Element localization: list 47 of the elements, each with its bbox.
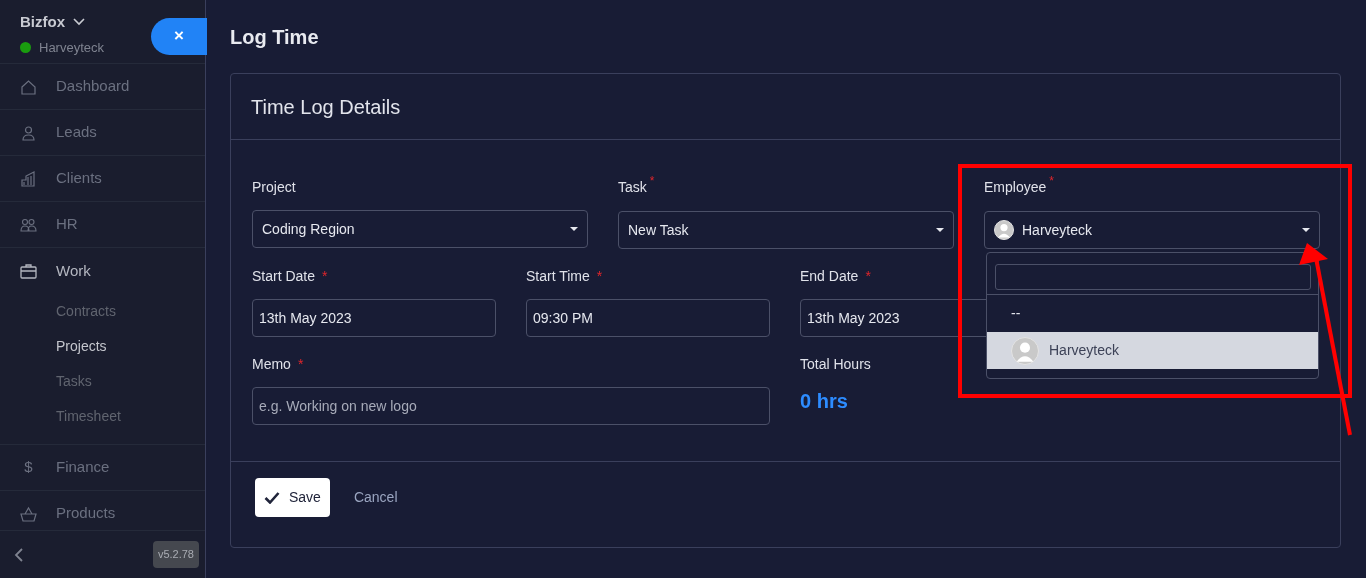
workspace-name[interactable]: Bizfox [20,11,65,34]
input-field[interactable]: e.g. Working on new logo [252,387,770,425]
version-badge: v5.2.78 [152,541,199,568]
select-field[interactable]: New Task [618,211,954,249]
select-field[interactable]: Coding Region [252,210,588,248]
field-label: Task [618,179,647,195]
avatar-icon [994,220,1014,240]
caret-icon [936,228,944,232]
home-icon [20,78,37,95]
user-name: Harveyteck [39,38,105,57]
input-field[interactable]: 09:30 PM [526,299,770,337]
save-button[interactable]: Save [255,478,330,517]
field-label: Start Time [526,268,590,284]
sidebar-item[interactable]: Work [0,248,205,294]
input-field[interactable]: 13th May 2023 [252,299,496,337]
submenu-item[interactable]: Projects [0,329,205,364]
field-label: Start Date [252,268,316,284]
search-field[interactable] [995,264,1311,290]
card-title: Time Log Details [231,74,1340,140]
chevron-left-icon [14,547,24,562]
page-title: Log Time [230,25,320,50]
total-hours-value: 0 hrs [800,389,849,414]
person-icon [20,124,37,141]
required-mark: * [865,268,871,284]
avatar-icon [1011,336,1039,365]
required-mark: * [649,174,655,188]
dollar-icon: $ [24,456,33,479]
building-icon [20,170,37,187]
required-mark: * [596,268,603,284]
field-label: Employee [984,179,1047,195]
check-icon [264,491,280,504]
required-mark: * [1049,174,1054,188]
cancel-button[interactable]: Cancel [353,487,398,508]
basket-icon [20,505,37,522]
field-label: Project [252,179,296,195]
field-label: Memo [252,356,291,372]
caret-icon [570,227,578,231]
field-label: Total Hours [800,356,871,372]
chevron-down-icon [73,18,85,27]
people-icon [20,216,37,233]
close-button[interactable]: × [151,18,207,55]
dropdown-option[interactable]: Harveyteck [987,332,1318,369]
field-label: End Date [800,268,859,284]
caret-icon [1302,228,1310,232]
required-mark: * [322,268,328,284]
required-mark: * [297,356,304,372]
briefcase-icon [20,263,37,279]
